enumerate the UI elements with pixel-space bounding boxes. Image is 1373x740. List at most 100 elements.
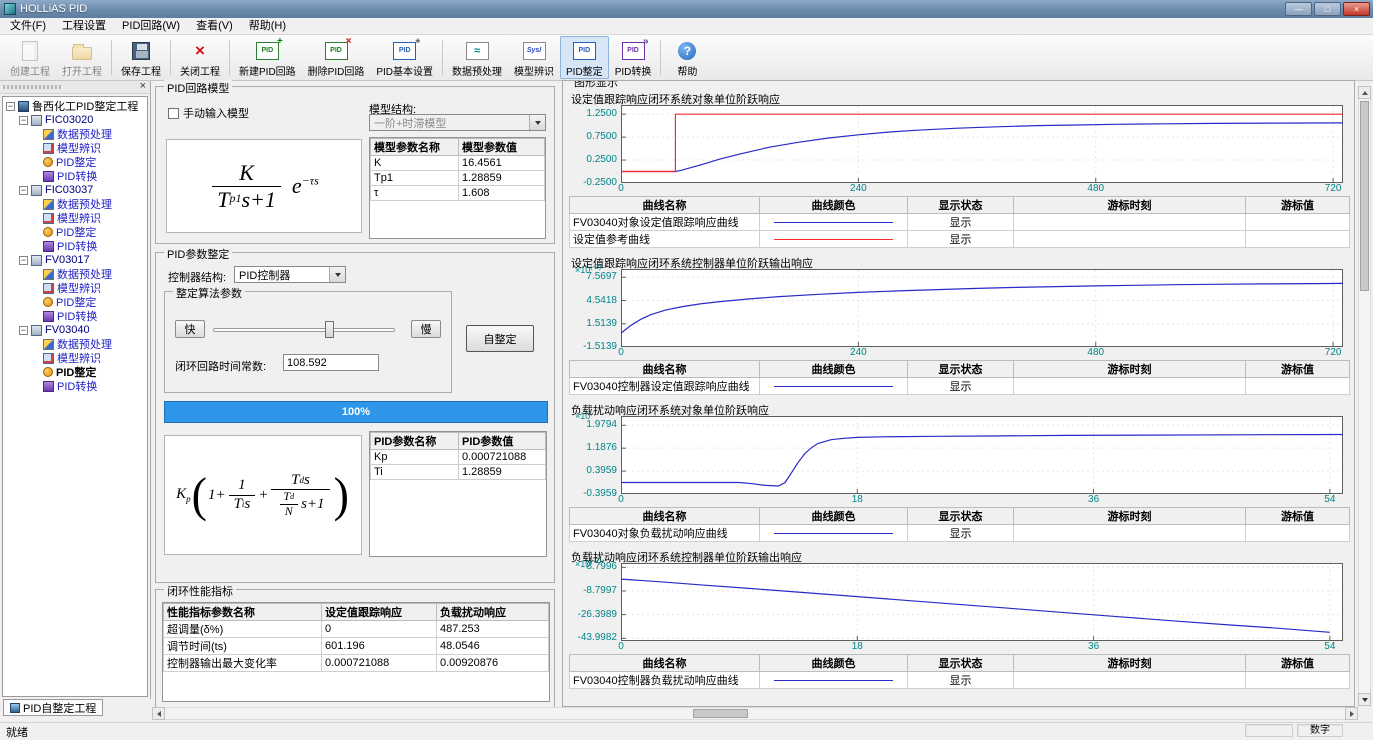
project-icon bbox=[18, 101, 29, 112]
menu-item[interactable]: PID回路(W) bbox=[114, 18, 188, 35]
controller-structure-combobox[interactable]: PID控制器 bbox=[234, 266, 346, 283]
tab-pid-autotune-project[interactable]: PID自整定工程 bbox=[3, 699, 103, 716]
expander-icon[interactable]: − bbox=[19, 186, 28, 195]
tree-item-鲁西化工PID整定工程[interactable]: −鲁西化工PID整定工程 bbox=[3, 99, 147, 113]
数据预处理-toolbar-button[interactable]: ≈数据预处理 bbox=[446, 36, 508, 79]
scroll-left-arrow[interactable] bbox=[152, 707, 165, 720]
menu-item[interactable]: 文件(F) bbox=[2, 18, 54, 35]
manual-model-checkbox[interactable]: 手动输入模型 bbox=[168, 105, 249, 121]
scroll-right-arrow[interactable] bbox=[1345, 707, 1358, 720]
tree-panel-header: × bbox=[0, 81, 150, 94]
curve-table-row[interactable]: FV03040对象负载扰动响应曲线显示 bbox=[570, 525, 1350, 542]
curve-table-row[interactable]: FV03040控制器设定值跟踪响应曲线显示 bbox=[570, 378, 1350, 395]
curve-table-header: 曲线颜色 bbox=[760, 508, 908, 525]
speed-slider-thumb[interactable] bbox=[325, 321, 334, 338]
tree-item-数据预处理[interactable]: 数据预处理 bbox=[3, 337, 147, 351]
menu-item[interactable]: 工程设置 bbox=[54, 18, 114, 35]
vertical-scrollbar[interactable] bbox=[1358, 86, 1371, 706]
vertical-scrollbar-thumb[interactable] bbox=[1360, 101, 1369, 291]
toolbar: 创建工程打开工程保存工程×关闭工程PID新建PID回路PID删除PID回路PID… bbox=[0, 35, 1373, 81]
chart-canvas bbox=[621, 105, 1343, 183]
y-tick-label: 1.2500 bbox=[586, 108, 617, 119]
x-axis-labels: 0183654 bbox=[569, 641, 1349, 654]
tree-item-PID整定[interactable]: PID整定 bbox=[3, 155, 147, 169]
tree-item-FIC03037[interactable]: −FIC03037 bbox=[3, 183, 147, 197]
PID基本设置-toolbar-button[interactable]: PIDPID基本设置 bbox=[370, 36, 439, 79]
tree-item-数据预处理[interactable]: 数据预处理 bbox=[3, 197, 147, 211]
tree-item-PID转换[interactable]: PID转换 bbox=[3, 239, 147, 253]
x-axis-labels: 0183654 bbox=[569, 494, 1349, 507]
pid-convert-icon bbox=[43, 241, 54, 252]
删除PID回路-toolbar-button[interactable]: PID删除PID回路 bbox=[302, 36, 371, 79]
PID转换-toolbar-button[interactable]: PIDPID转换 bbox=[609, 36, 658, 79]
menu-item[interactable]: 查看(V) bbox=[188, 18, 241, 35]
x-tick-label: 480 bbox=[1087, 347, 1104, 358]
curve-table-row[interactable]: FV03040对象设定值跟踪响应曲线显示 bbox=[570, 214, 1350, 231]
menu-item[interactable]: 帮助(H) bbox=[241, 18, 294, 35]
tree-item-PID转换[interactable]: PID转换 bbox=[3, 309, 147, 323]
toolbar-button-label: 打开工程 bbox=[62, 63, 102, 78]
slow-button[interactable]: 慢 bbox=[411, 320, 441, 338]
tree-item-PID转换[interactable]: PID转换 bbox=[3, 169, 147, 183]
panel-close-icon[interactable]: × bbox=[140, 80, 146, 92]
scroll-up-arrow[interactable] bbox=[1358, 86, 1371, 99]
tree-item-PID转换[interactable]: PID转换 bbox=[3, 379, 147, 393]
close-button[interactable]: × bbox=[1343, 2, 1370, 16]
帮助-toolbar-button[interactable]: ?帮助 bbox=[664, 36, 710, 79]
tree-item-FV03040[interactable]: −FV03040 bbox=[3, 323, 147, 337]
x-tick-label: 240 bbox=[850, 347, 867, 358]
model-structure-combobox[interactable]: 一阶+时滞模型 bbox=[369, 114, 546, 131]
horizontal-scrollbar[interactable] bbox=[152, 707, 1358, 720]
tree-item-模型辨识[interactable]: 模型辨识 bbox=[3, 141, 147, 155]
table-header: PID参数名称 bbox=[371, 433, 459, 450]
tree-item-数据预处理[interactable]: 数据预处理 bbox=[3, 267, 147, 281]
chevron-down-icon[interactable] bbox=[529, 115, 545, 130]
project-tree: −鲁西化工PID整定工程−FIC03020数据预处理模型辨识PID整定PID转换… bbox=[2, 96, 148, 697]
关闭工程-toolbar-button[interactable]: ×关闭工程 bbox=[174, 36, 226, 79]
cursor-value bbox=[1246, 378, 1350, 395]
autotune-button[interactable]: 自整定 bbox=[466, 325, 534, 352]
expander-icon[interactable]: − bbox=[19, 116, 28, 125]
tree-item-模型辨识[interactable]: 模型辨识 bbox=[3, 281, 147, 295]
toolbar-button-label: PID转换 bbox=[615, 63, 652, 78]
tree-item-PID整定[interactable]: PID整定 bbox=[3, 225, 147, 239]
title-bar[interactable]: HOLLiAS PID — □ × bbox=[0, 0, 1373, 18]
tree-item-PID整定[interactable]: PID整定 bbox=[3, 295, 147, 309]
minimize-button[interactable]: — bbox=[1285, 2, 1312, 16]
pid-tune-icon bbox=[43, 157, 53, 167]
toolbar-button-label: 关闭工程 bbox=[180, 63, 220, 78]
curve-table-header: 游标时刻 bbox=[1014, 508, 1246, 525]
模型辨识-toolbar-button[interactable]: SysI模型辨识 bbox=[508, 36, 560, 79]
status-num-indicator: 数字 bbox=[1297, 724, 1343, 737]
model-identify-icon bbox=[43, 143, 54, 154]
tree-item-PID整定[interactable]: PID整定 bbox=[3, 365, 147, 379]
fast-button[interactable]: 快 bbox=[175, 320, 205, 338]
expander-icon[interactable]: − bbox=[19, 256, 28, 265]
maximize-button[interactable]: □ bbox=[1314, 2, 1341, 16]
curve-table-row[interactable]: 设定值参考曲线显示 bbox=[570, 231, 1350, 248]
tree-item-FV03017[interactable]: −FV03017 bbox=[3, 253, 147, 267]
tree-item-模型辨识[interactable]: 模型辨识 bbox=[3, 211, 147, 225]
tree-item-FIC03020[interactable]: −FIC03020 bbox=[3, 113, 147, 127]
tree-item-数据预处理[interactable]: 数据预处理 bbox=[3, 127, 147, 141]
curve-table-header: 游标时刻 bbox=[1014, 655, 1246, 672]
curve-display-state: 显示 bbox=[908, 672, 1014, 689]
chevron-down-icon[interactable] bbox=[329, 267, 345, 282]
drag-grip-icon[interactable] bbox=[3, 85, 63, 89]
speed-slider-track[interactable] bbox=[213, 328, 395, 332]
toolbar-button-label: 保存工程 bbox=[121, 63, 161, 78]
horizontal-scrollbar-thumb[interactable] bbox=[693, 709, 748, 718]
pid-formula-display: Kp ( 1+ 1Tis + Tds TdN s+1 ) bbox=[165, 436, 361, 554]
expander-icon[interactable]: − bbox=[6, 102, 15, 111]
expander-icon[interactable]: − bbox=[19, 326, 28, 335]
新建PID回路-toolbar-button[interactable]: PID新建PID回路 bbox=[233, 36, 302, 79]
curve-table-header: 曲线名称 bbox=[570, 361, 760, 378]
tree-item-模型辨识[interactable]: 模型辨识 bbox=[3, 351, 147, 365]
PID整定-toolbar-button[interactable]: PIDPID整定 bbox=[560, 36, 609, 79]
curve-table-row[interactable]: FV03040控制器负载扰动响应曲线显示 bbox=[570, 672, 1350, 689]
checkbox-icon[interactable] bbox=[168, 108, 179, 119]
pid-loop-icon bbox=[31, 325, 42, 336]
保存工程-toolbar-button[interactable]: 保存工程 bbox=[115, 36, 167, 79]
scroll-down-arrow[interactable] bbox=[1358, 693, 1371, 706]
time-constant-input[interactable] bbox=[283, 354, 379, 371]
